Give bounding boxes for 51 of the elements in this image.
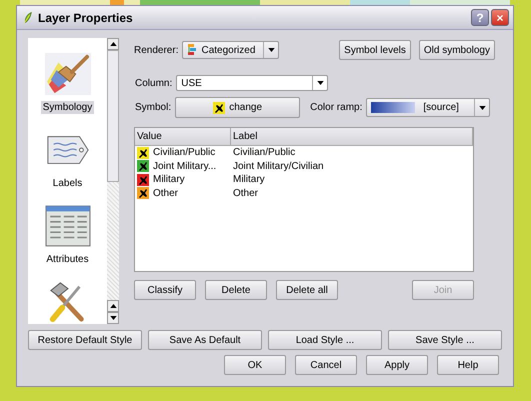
sidebar-label: Labels (52, 177, 84, 190)
dropdown-arrow-icon (268, 48, 275, 52)
symbol-label: Symbol: (135, 102, 172, 113)
down-arrow-icon[interactable] (110, 316, 116, 320)
table-cell: Joint Military... (153, 160, 216, 172)
sidebar-item[interactable]: Attributes (44, 190, 91, 266)
renderer-dropdown[interactable]: Categorized (182, 41, 280, 59)
sidebar-label: Symbology (40, 101, 94, 114)
color-ramp-label: Color ramp: (310, 102, 362, 113)
table-cell-text: Civilian/Public (232, 147, 296, 158)
renderer-label: Renderer: (134, 44, 178, 56)
old-symbology-button[interactable]: Old symbology (418, 40, 495, 60)
style-button[interactable]: Save Style ... (388, 330, 502, 350)
table-cell-text: Military (232, 174, 266, 186)
dropdown-arrow-icon (478, 106, 486, 110)
dropdown-arrow-icon (316, 81, 324, 85)
dialog-button[interactable]: Apply (366, 355, 428, 375)
style-button[interactable]: Load Style ... (268, 330, 382, 350)
categories-icon (187, 44, 198, 56)
dialog-button[interactable]: Help (437, 355, 499, 375)
scrollbar[interactable] (107, 38, 119, 324)
close-button[interactable]: × (491, 9, 509, 26)
column-dropdown[interactable]: USE (176, 75, 328, 91)
column-label: Column: (135, 78, 172, 88)
table-action-button[interactable]: Classify (134, 280, 196, 300)
column-header[interactable]: Label (231, 128, 473, 145)
sidebar-item[interactable]: Symbology (40, 38, 94, 114)
table-cell-text: Joint Military/Civilian (232, 160, 325, 172)
dialog-button[interactable]: OK (224, 355, 286, 375)
leaf-icon (23, 11, 33, 24)
symbol-levels-button[interactable]: Symbol levels (339, 40, 411, 60)
style-button[interactable]: Restore Default Style (28, 330, 142, 350)
window-title: Layer Properties (38, 10, 133, 24)
table-cell: Military (153, 174, 185, 186)
table-icon (44, 205, 90, 247)
color-ramp-dropdown[interactable]: [source] (366, 98, 490, 117)
dialog-button[interactable]: Cancel (295, 355, 357, 375)
table-cell-text: Other (232, 188, 260, 199)
table-action-button[interactable]: Delete all (276, 280, 338, 300)
paintbrush-icon (44, 53, 90, 95)
airplane-icon (213, 102, 226, 114)
column-header[interactable]: Value (135, 128, 231, 145)
style-button[interactable]: Save As Default (148, 330, 262, 350)
up-arrow-icon[interactable] (110, 304, 116, 308)
sidebar-label: Attributes (45, 253, 90, 266)
table-cell: Civilian/Public (153, 147, 216, 158)
change-symbol-button[interactable]: change (175, 97, 300, 118)
table-cell: Other (153, 188, 178, 199)
table-action-button[interactable]: Delete (205, 280, 267, 300)
up-arrow-icon[interactable] (110, 42, 116, 46)
sidebar-item[interactable]: Labels (44, 114, 90, 190)
